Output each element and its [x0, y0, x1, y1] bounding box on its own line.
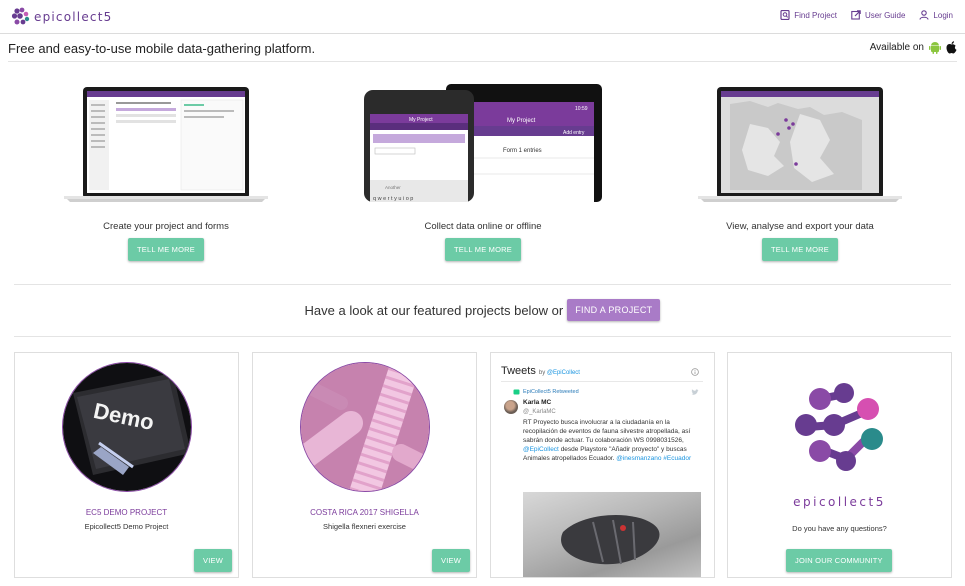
- external-link-icon: [851, 10, 861, 20]
- feature-create: Create your project and forms TELL ME MO…: [56, 84, 276, 261]
- find-a-project-button[interactable]: FIND A PROJECT: [567, 299, 661, 321]
- tweet-mention-link[interactable]: @EpiCollect: [523, 446, 559, 453]
- project-title[interactable]: COSTA RICA 2017 SHIGELLA: [253, 508, 476, 517]
- demo-key-image: Demo: [63, 363, 191, 491]
- community-card: epicollect5 Do you have any questions? J…: [727, 352, 952, 578]
- project-description: Shigella flexneri exercise: [323, 522, 406, 531]
- tweets-header: Tweets by @EpiCollect: [501, 365, 580, 377]
- feature-view: View, analyse and export your data TELL …: [690, 84, 910, 261]
- phone-keyboard-hint: Another: [385, 185, 401, 190]
- tagline: Free and easy-to-use mobile data-gatheri…: [8, 41, 316, 56]
- nav-find-project[interactable]: Find Project: [780, 10, 837, 20]
- project-title[interactable]: EC5 DEMO PROJECT: [15, 508, 238, 517]
- available-on-label: Available on: [869, 42, 924, 53]
- user-icon: [919, 10, 929, 20]
- tweet-text: RT Proyecto busca involucrar a la ciudad…: [523, 418, 701, 463]
- tablet-form-entries: Form 1 entries: [503, 148, 542, 154]
- view-project-button[interactable]: VIEW: [194, 549, 232, 572]
- feature-collect-caption: Collect data online or offline: [424, 221, 542, 232]
- tell-me-more-button[interactable]: TELL ME MORE: [128, 238, 204, 261]
- nav-find-project-label: Find Project: [794, 10, 837, 20]
- brand-logo[interactable]: epicollect5: [11, 7, 112, 27]
- project-image-shigella[interactable]: [300, 362, 430, 492]
- featured-projects-prompt: Have a look at our featured projects bel…: [0, 299, 965, 321]
- top-navbar: epicollect5 Find Project User Guide Logi…: [0, 0, 965, 34]
- nav-links: Find Project User Guide Login: [780, 10, 953, 20]
- tweet-author-name[interactable]: Karla MC: [523, 399, 551, 406]
- epicollect-logo-icon: [795, 383, 883, 471]
- feature-create-caption: Create your project and forms: [103, 221, 229, 232]
- community-brand: epicollect5: [793, 495, 886, 509]
- join-community-button[interactable]: JOIN OUR COMMUNITY: [786, 549, 892, 572]
- tablet-title: My Project: [507, 118, 536, 124]
- android-icon[interactable]: [929, 41, 941, 54]
- available-on: Available on: [870, 41, 957, 54]
- tablet-time: 10:59: [575, 106, 588, 112]
- tablet-add-entry: Add entry: [563, 130, 585, 136]
- tweet-text-body: RT Proyecto busca involucrar a la ciudad…: [523, 419, 691, 444]
- nav-login[interactable]: Login: [919, 10, 953, 20]
- featured-projects-text: Have a look at our featured projects bel…: [304, 302, 564, 318]
- phone-title: My Project: [409, 117, 433, 123]
- tell-me-more-button[interactable]: TELL ME MORE: [445, 238, 521, 261]
- tweet-author-avatar[interactable]: [504, 400, 518, 414]
- twitter-bird-icon[interactable]: [691, 389, 699, 396]
- nav-user-guide[interactable]: User Guide: [851, 10, 905, 20]
- info-icon[interactable]: [691, 368, 699, 376]
- view-project-button[interactable]: VIEW: [432, 549, 470, 572]
- project-image-demo[interactable]: Demo: [62, 362, 192, 492]
- divider: [8, 61, 957, 62]
- laptop-form-builder-image: [64, 87, 268, 202]
- bacteria-image: [301, 363, 429, 491]
- mobile-devices-image: My Project 10:59 Add entry Form 1 entrie…: [364, 84, 602, 202]
- brand-name: epicollect5: [34, 10, 113, 24]
- feature-view-caption: View, analyse and export your data: [726, 221, 874, 232]
- epicollect-logo-icon: [11, 7, 30, 25]
- tell-me-more-button[interactable]: TELL ME MORE: [762, 238, 838, 261]
- tweets-title: Tweets: [501, 365, 536, 377]
- project-card-demo: Demo EC5 DEMO PROJECT Epicollect5 Demo P…: [14, 352, 239, 578]
- nav-login-label: Login: [933, 10, 953, 20]
- tweet-photo[interactable]: [523, 492, 701, 577]
- tweets-account-link[interactable]: @EpiCollect: [547, 370, 580, 376]
- divider: [501, 381, 703, 382]
- retweeted-label: EpiCollect5 Retweeted: [523, 389, 579, 395]
- tweets-by-label: by: [538, 370, 546, 376]
- project-description: Epicollect5 Demo Project: [84, 522, 169, 531]
- divider: [14, 336, 951, 337]
- phone-keyboard-row: q w e r t y u i o p: [373, 196, 413, 202]
- project-card-costa-rica: COSTA RICA 2017 SHIGELLA Shigella flexne…: [252, 352, 477, 578]
- feature-collect: My Project 10:59 Add entry Form 1 entrie…: [364, 84, 602, 261]
- apple-icon[interactable]: [946, 41, 957, 54]
- tweets-widget: Tweets by @EpiCollect EpiCollect5 Retwee…: [490, 352, 715, 578]
- laptop-map-image: [698, 87, 902, 202]
- tweet-author-handle[interactable]: @_KarlaMC: [523, 409, 556, 415]
- tweet-hashtags-link[interactable]: @inesmanzano #Ecuador: [616, 455, 691, 462]
- divider: [14, 284, 951, 285]
- community-question: Do you have any questions?: [792, 524, 887, 533]
- retweet-icon: [513, 389, 520, 395]
- nav-user-guide-label: User Guide: [864, 10, 906, 20]
- search-document-icon: [780, 10, 790, 20]
